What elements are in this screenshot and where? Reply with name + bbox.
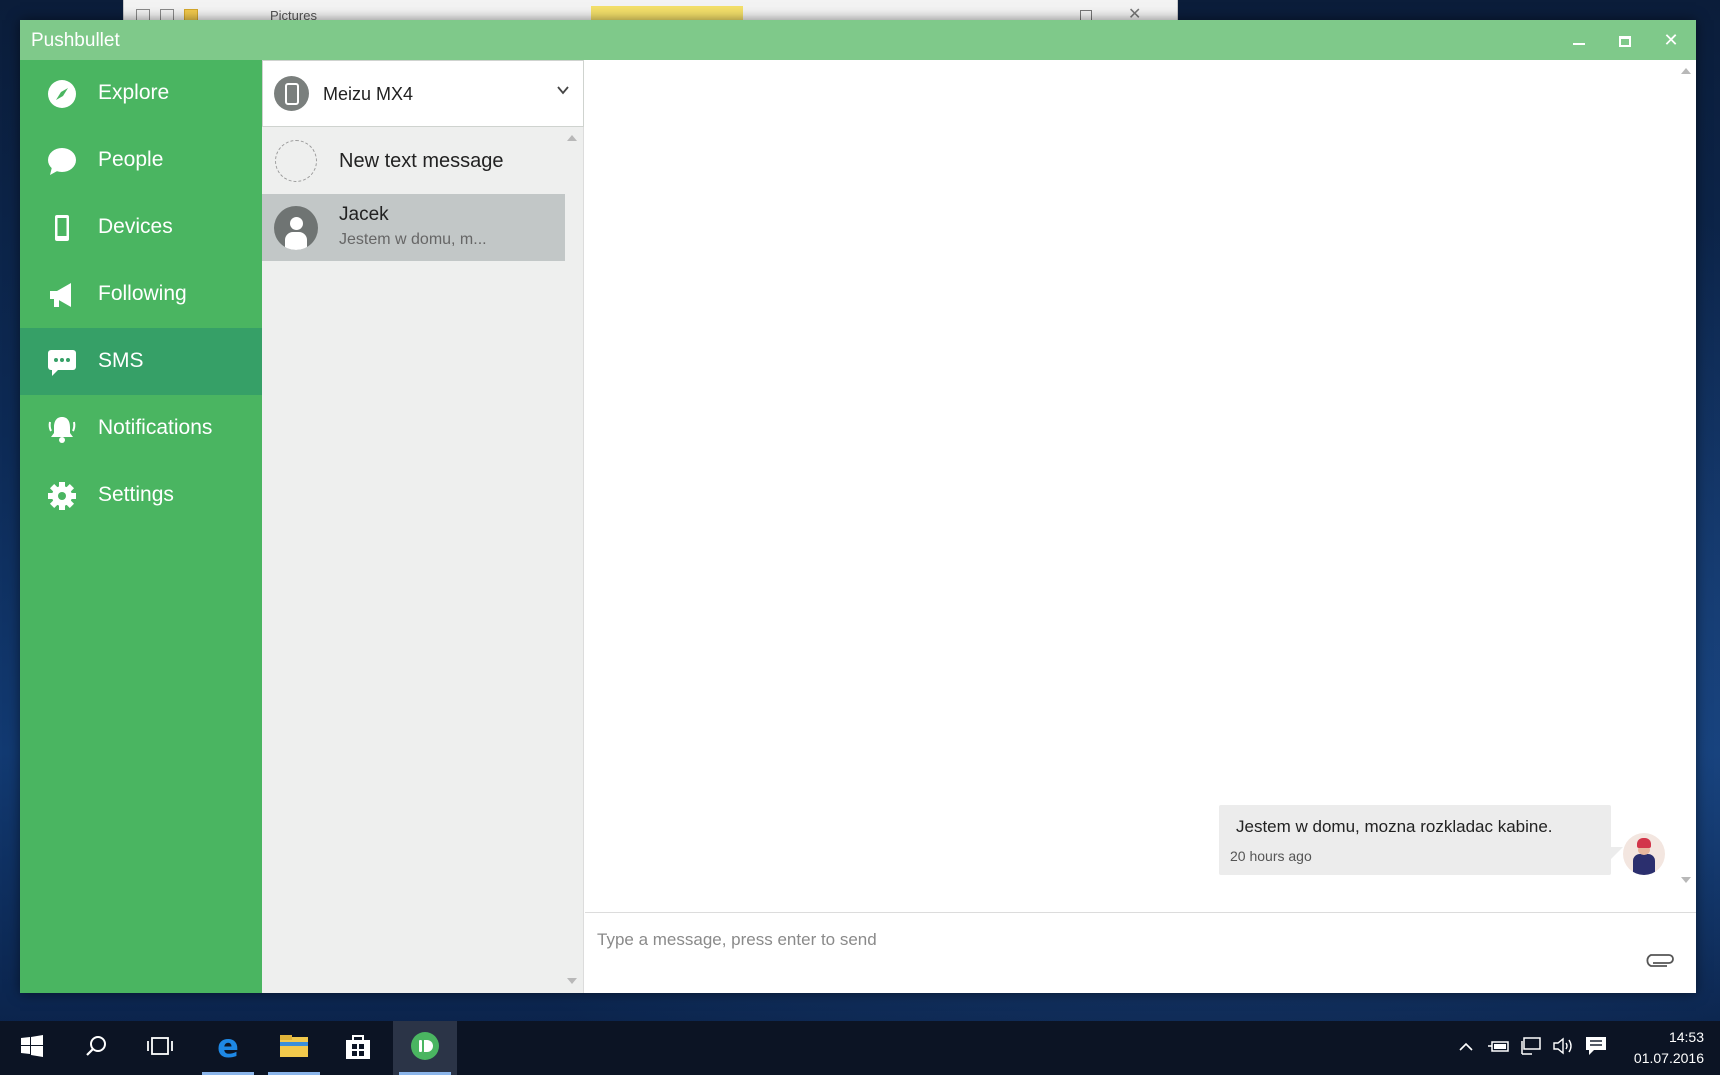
message-composer xyxy=(585,912,1696,993)
sidebar-item-label: Notifications xyxy=(98,416,213,439)
chat-scroll-up-arrow-icon[interactable] xyxy=(1681,68,1691,74)
folder-icon xyxy=(279,1033,309,1064)
bell-icon xyxy=(46,413,78,445)
sidebar-item-devices[interactable]: Devices xyxy=(20,194,262,261)
taskbar-edge[interactable]: e xyxy=(196,1021,260,1075)
tray-power[interactable] xyxy=(1486,1021,1512,1075)
phone-icon xyxy=(46,212,78,244)
new-text-message-label: New text message xyxy=(339,150,504,172)
clock-time: 14:53 xyxy=(1668,1029,1704,1045)
windows-logo-icon xyxy=(21,1034,43,1062)
pushbullet-window: Pushbullet ✕ Explore People Devices Foll… xyxy=(20,20,1696,993)
gear-icon xyxy=(46,480,78,512)
device-selector-value: Meizu MX4 xyxy=(323,84,414,104)
pushbullet-icon xyxy=(410,1031,440,1066)
conversation-item[interactable]: Jacek Jestem w domu, m... xyxy=(262,194,565,261)
close-button[interactable]: ✕ xyxy=(1648,20,1694,60)
tray-volume[interactable] xyxy=(1550,1021,1576,1075)
conversation-name: Jacek xyxy=(339,204,389,225)
scroll-down-arrow-icon[interactable] xyxy=(567,978,577,984)
sender-avatar xyxy=(1623,833,1665,875)
close-icon: ✕ xyxy=(1663,30,1679,50)
tray-network[interactable] xyxy=(1518,1021,1544,1075)
battery-plug-icon xyxy=(1488,1038,1510,1059)
maximize-icon xyxy=(1619,35,1631,47)
conversation-preview: Jestem w domu, m... xyxy=(339,231,487,248)
tray-expand-button[interactable] xyxy=(1454,1021,1478,1075)
tray-action-center[interactable] xyxy=(1582,1021,1610,1075)
network-icon xyxy=(1520,1036,1542,1060)
sidebar-item-explore[interactable]: Explore xyxy=(20,60,262,127)
sidebar: Explore People Devices Following SMS Not… xyxy=(20,60,262,993)
message-bubble: Jestem w domu, mozna rozkladac kabine. 2… xyxy=(1219,805,1623,875)
message-input[interactable] xyxy=(597,925,1597,955)
megaphone-icon xyxy=(46,279,78,311)
task-view-button[interactable] xyxy=(128,1021,192,1075)
minimize-button[interactable] xyxy=(1556,20,1602,60)
new-text-message-item[interactable]: New text message xyxy=(262,127,565,194)
maximize-button[interactable] xyxy=(1602,20,1648,60)
new-message-placeholder-icon xyxy=(275,140,317,182)
sidebar-item-following[interactable]: Following xyxy=(20,261,262,328)
conversation-list: Meizu MX4 New text message Jacek Jestem … xyxy=(262,60,584,993)
sidebar-item-label: SMS xyxy=(98,349,144,372)
chevron-up-icon xyxy=(1458,1039,1474,1057)
sidebar-item-people[interactable]: People xyxy=(20,127,262,194)
message-text: Jestem w domu, mozna rozkladac kabine. xyxy=(1236,817,1553,836)
taskbar-file-explorer[interactable] xyxy=(262,1021,326,1075)
chat-scroll-down-arrow-icon[interactable] xyxy=(1681,877,1691,883)
taskbar-pushbullet[interactable] xyxy=(393,1021,457,1075)
chat-pane: Jestem w domu, mozna rozkladac kabine. 2… xyxy=(585,60,1696,993)
sidebar-item-label: Explore xyxy=(98,81,170,104)
sidebar-item-label: Following xyxy=(98,282,187,305)
compass-icon xyxy=(46,78,78,110)
start-button[interactable] xyxy=(0,1021,64,1075)
edge-browser-icon: e xyxy=(213,1027,243,1066)
paperclip-icon[interactable] xyxy=(1645,951,1675,972)
taskbar-store[interactable] xyxy=(326,1021,390,1075)
taskbar: e 14:53 01.07.2016 xyxy=(0,1021,1720,1075)
avatar xyxy=(274,206,318,250)
task-view-icon xyxy=(146,1036,174,1061)
sidebar-item-label: People xyxy=(98,148,164,171)
chevron-down-icon xyxy=(556,83,570,102)
action-center-icon xyxy=(1585,1036,1607,1061)
sms-icon xyxy=(46,346,78,378)
taskbar-clock[interactable]: 14:53 01.07.2016 xyxy=(1614,1027,1704,1069)
app-title: Pushbullet xyxy=(31,30,120,51)
sidebar-item-label: Settings xyxy=(98,483,174,506)
search-button[interactable] xyxy=(64,1021,128,1075)
phone-icon xyxy=(274,76,309,111)
sidebar-item-sms[interactable]: SMS xyxy=(20,328,262,395)
chat-bubble-icon xyxy=(46,145,78,177)
sidebar-item-notifications[interactable]: Notifications xyxy=(20,395,262,462)
minimize-icon xyxy=(1573,43,1585,46)
speaker-icon xyxy=(1552,1037,1574,1060)
sidebar-item-settings[interactable]: Settings xyxy=(20,462,262,529)
title-bar[interactable]: Pushbullet ✕ xyxy=(20,20,1696,60)
svg-text:e: e xyxy=(217,1031,239,1061)
sidebar-item-label: Devices xyxy=(98,215,173,238)
store-bag-icon xyxy=(344,1032,372,1065)
device-selector[interactable]: Meizu MX4 xyxy=(262,60,584,127)
message-timestamp: 20 hours ago xyxy=(1230,848,1312,864)
search-icon xyxy=(85,1035,107,1062)
scroll-up-arrow-icon[interactable] xyxy=(567,135,577,141)
clock-date: 01.07.2016 xyxy=(1633,1050,1704,1066)
